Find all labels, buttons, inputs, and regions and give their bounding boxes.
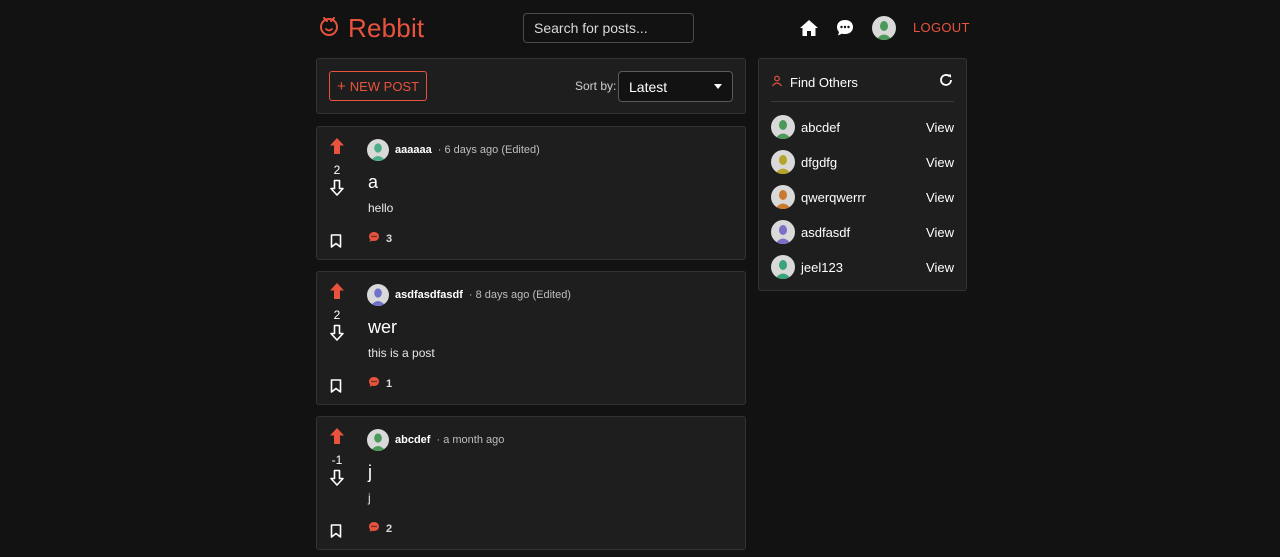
divider [771,101,954,102]
post-card[interactable]: 2 aaaaaa · 6 days ago (Edited) a hello 3 [316,126,746,260]
post-author[interactable]: abcdef [395,434,430,446]
view-user-link[interactable]: View [926,155,954,170]
view-user-link[interactable]: View [926,190,954,205]
avatar[interactable] [367,429,389,451]
post-body: j [368,491,371,505]
user-list-item: asdfasdf View [771,220,954,244]
comment-count: 3 [386,232,393,245]
avatar[interactable] [367,284,389,306]
post-title[interactable]: wer [368,317,397,338]
downvote-icon[interactable] [329,324,345,347]
user-list-item: qwerqwerrr View [771,185,954,209]
post-title[interactable]: j [368,462,372,483]
chevron-down-icon [714,84,722,89]
user-list-item: jeel123 View [771,255,954,279]
brand[interactable]: Rebbit [318,12,424,44]
find-others-title: Find Others [790,75,858,90]
view-user-link[interactable]: View [926,260,954,275]
avatar[interactable] [771,185,795,209]
avatar[interactable] [771,150,795,174]
bookmark-icon[interactable] [330,524,342,543]
avatar[interactable] [771,115,795,139]
post-author[interactable]: asdfasdfasdf [395,289,463,301]
logo-icon [318,15,340,42]
sort-value: Latest [629,78,668,95]
bookmark-icon[interactable] [330,379,342,398]
find-others-panel: Find Others abcdef View dfgdfg View qwer… [758,58,967,291]
user-name: dfgdfg [801,154,838,170]
view-user-link[interactable]: View [926,225,954,240]
sort-label: Sort by: [575,79,617,93]
comments-button[interactable]: 2 [368,521,392,536]
plus-icon: + [336,77,346,95]
avatar[interactable] [367,139,389,161]
upvote-icon[interactable] [329,137,345,160]
user-list-item: dfgdfg View [771,150,954,174]
avatar[interactable] [872,16,896,40]
downvote-icon[interactable] [329,179,345,202]
post-card[interactable]: -1 abcdef · a month ago j j 2 [316,416,746,550]
downvote-icon[interactable] [329,469,345,492]
home-icon[interactable] [798,17,820,39]
post-card[interactable]: 2 asdfasdfasdf · 8 days ago (Edited) wer… [316,271,746,405]
user-list-item: abcdef View [771,115,954,139]
upvote-icon[interactable] [329,427,345,450]
logout-button[interactable]: LOGOUT [913,20,970,35]
view-user-link[interactable]: View [926,120,954,135]
post-body: hello [368,201,394,215]
comments-button[interactable]: 3 [368,231,392,246]
post-title[interactable]: a [368,172,378,193]
brand-name: Rebbit [348,12,425,43]
new-post-label: NEW POST [349,78,420,94]
vote-score: 2 [333,308,341,322]
comment-count: 1 [386,377,393,390]
user-name: jeel123 [801,259,843,275]
chat-icon[interactable] [834,17,856,39]
sort-select[interactable]: Latest [618,71,733,102]
comment-icon [368,231,380,246]
comment-count: 2 [386,522,393,535]
post-body: this is a post [368,346,435,360]
vote-score: 2 [333,163,341,177]
avatar[interactable] [771,220,795,244]
post-meta: · 6 days ago (Edited) [437,144,540,156]
refresh-icon[interactable] [938,72,954,93]
vote-score: -1 [331,453,343,467]
post-meta: · 8 days ago (Edited) [468,289,571,301]
post-author[interactable]: aaaaaa [395,144,432,156]
bookmark-icon[interactable] [330,234,342,253]
avatar[interactable] [771,255,795,279]
user-name: asdfasdf [801,224,851,240]
user-name: qwerqwerrr [801,189,867,205]
comment-icon [368,521,380,536]
user-name: abcdef [801,119,841,135]
new-post-button[interactable]: + NEW POST [329,71,427,101]
search-input[interactable] [523,13,694,43]
post-meta: · a month ago [436,434,505,446]
comments-button[interactable]: 1 [368,376,392,391]
upvote-icon[interactable] [329,282,345,305]
comment-icon [368,376,380,391]
person-icon [771,75,783,90]
